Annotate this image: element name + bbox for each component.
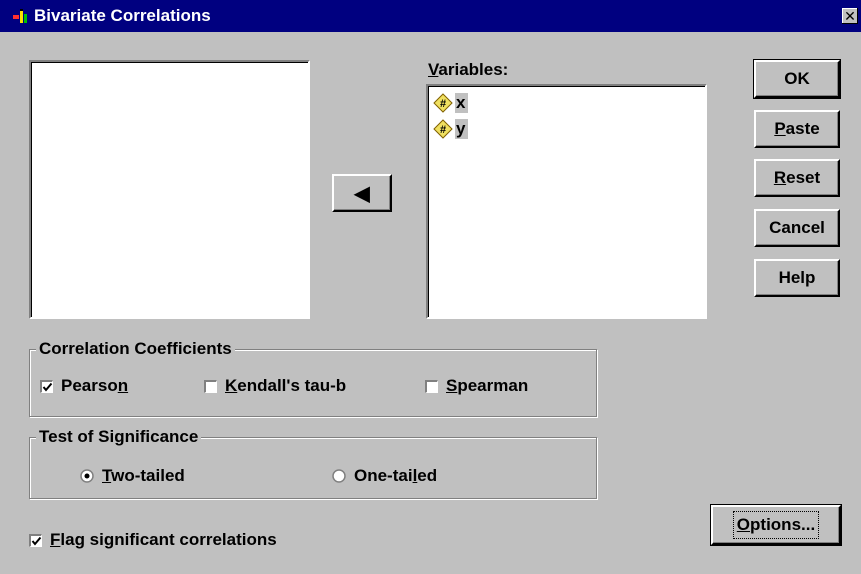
ok-button[interactable]: OK bbox=[753, 59, 841, 99]
help-button[interactable]: Help bbox=[754, 259, 840, 297]
left-arrow-icon: ◀ bbox=[354, 182, 370, 205]
flag-significant-checkbox[interactable]: Flag significant correlations bbox=[29, 530, 277, 550]
reset-button[interactable]: Reset bbox=[754, 159, 840, 197]
title-bar[interactable]: Bivariate Correlations ✕ bbox=[0, 0, 861, 32]
pearson-checkbox[interactable]: Pearson bbox=[40, 376, 128, 396]
checkbox-checked-icon bbox=[40, 379, 53, 393]
checkbox-checked-icon bbox=[29, 533, 42, 547]
spearman-checkbox[interactable]: Spearman bbox=[425, 376, 528, 396]
list-item[interactable]: # x bbox=[433, 92, 469, 114]
variable-name: y bbox=[455, 119, 469, 139]
paste-button[interactable]: Paste bbox=[754, 110, 840, 148]
radio-label: Two-tailed bbox=[102, 466, 185, 485]
options-button[interactable]: Options... bbox=[710, 504, 842, 546]
variable-name: x bbox=[455, 93, 469, 113]
numeric-scale-icon: # bbox=[433, 93, 453, 113]
source-variable-list[interactable] bbox=[29, 60, 310, 319]
radio-selected-icon bbox=[80, 469, 94, 483]
svg-text:#: # bbox=[440, 124, 446, 136]
one-tailed-radio[interactable]: One-tailed bbox=[332, 466, 437, 486]
cancel-button[interactable]: Cancel bbox=[754, 209, 840, 247]
move-variable-button[interactable]: ◀ bbox=[332, 174, 392, 212]
numeric-scale-icon: # bbox=[433, 119, 453, 139]
radio-label: One-tailed bbox=[354, 466, 438, 485]
two-tailed-radio[interactable]: Two-tailed bbox=[80, 466, 185, 486]
spss-app-icon[interactable] bbox=[12, 9, 30, 25]
window-title: Bivariate Correlations bbox=[34, 6, 211, 25]
radio-unselected-icon bbox=[332, 469, 346, 483]
checkbox-label: Kendall's tau-b bbox=[225, 376, 347, 395]
group-title: Correlation Coefficients bbox=[36, 339, 235, 359]
checkbox-label: Spearman bbox=[446, 376, 529, 395]
checkbox-label: Flag significant correlations bbox=[50, 530, 277, 549]
checkbox-unchecked-icon bbox=[425, 379, 438, 393]
checkbox-unchecked-icon bbox=[204, 379, 217, 393]
checkbox-label: Pearson bbox=[61, 376, 129, 395]
kendall-checkbox[interactable]: Kendall's tau-b bbox=[204, 376, 346, 396]
list-item[interactable]: # y bbox=[433, 118, 469, 140]
variables-label: Variables: bbox=[428, 60, 509, 79]
close-icon[interactable]: ✕ bbox=[842, 8, 858, 24]
svg-text:#: # bbox=[440, 98, 446, 110]
group-title: Test of Significance bbox=[36, 427, 202, 447]
